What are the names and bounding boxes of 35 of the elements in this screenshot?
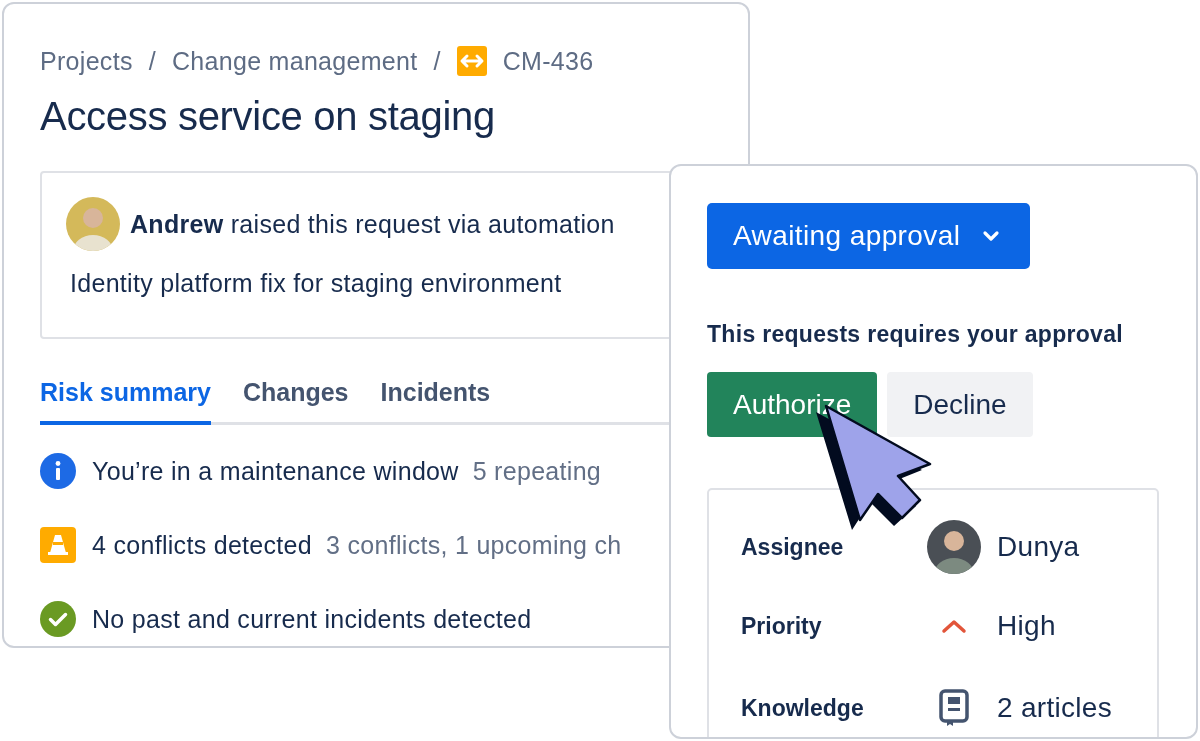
avatar: [927, 520, 981, 574]
risk-text: No past and current incidents detected: [92, 604, 532, 634]
info-icon: [40, 453, 76, 489]
field-label: Knowledge: [741, 694, 865, 722]
field-label: Assignee: [741, 533, 845, 561]
chevron-down-icon: [982, 230, 1001, 242]
request-message: Andrew raised this request via automation: [130, 209, 615, 239]
check-icon: [40, 601, 76, 637]
field-value: Dunya: [997, 531, 1081, 563]
breadcrumb-link[interactable]: Projects: [40, 46, 133, 76]
risk-detail: 5 repeating: [472, 456, 602, 486]
breadcrumb-link[interactable]: CM-436: [502, 46, 594, 76]
breadcrumb-separator: /: [148, 46, 156, 76]
breadcrumb-separator: /: [433, 46, 441, 76]
breadcrumb-link[interactable]: Change management: [171, 46, 418, 76]
field-label: Priority: [741, 612, 823, 640]
avatar: [66, 197, 120, 251]
priority-high-icon: [941, 618, 967, 634]
risk-detail: 3 conflicts, 1 upcoming ch: [326, 530, 622, 560]
risk-text: You’re in a maintenance window: [92, 456, 459, 486]
status-dropdown[interactable]: Awaiting approval: [707, 203, 1031, 269]
tab[interactable]: Risk summary: [40, 375, 211, 425]
request-description: Identity platform fix for staging environment: [70, 269, 563, 298]
field-value: High: [997, 610, 1057, 642]
traffic-cone-icon: [40, 527, 76, 563]
field-value: 2 articles: [997, 692, 1114, 724]
tab[interactable]: Changes: [242, 375, 349, 425]
book-icon: [939, 689, 969, 727]
risk-text: 4 conflicts detected: [92, 530, 312, 560]
change-icon: [456, 46, 487, 76]
tab[interactable]: Incidents: [380, 375, 491, 425]
issue-title: Access service on staging: [40, 94, 496, 139]
authorize-button[interactable]: Authorize: [707, 372, 878, 437]
approval-prompt: This requests requires your approval: [707, 321, 1124, 348]
decline-button[interactable]: Decline: [887, 372, 1033, 437]
